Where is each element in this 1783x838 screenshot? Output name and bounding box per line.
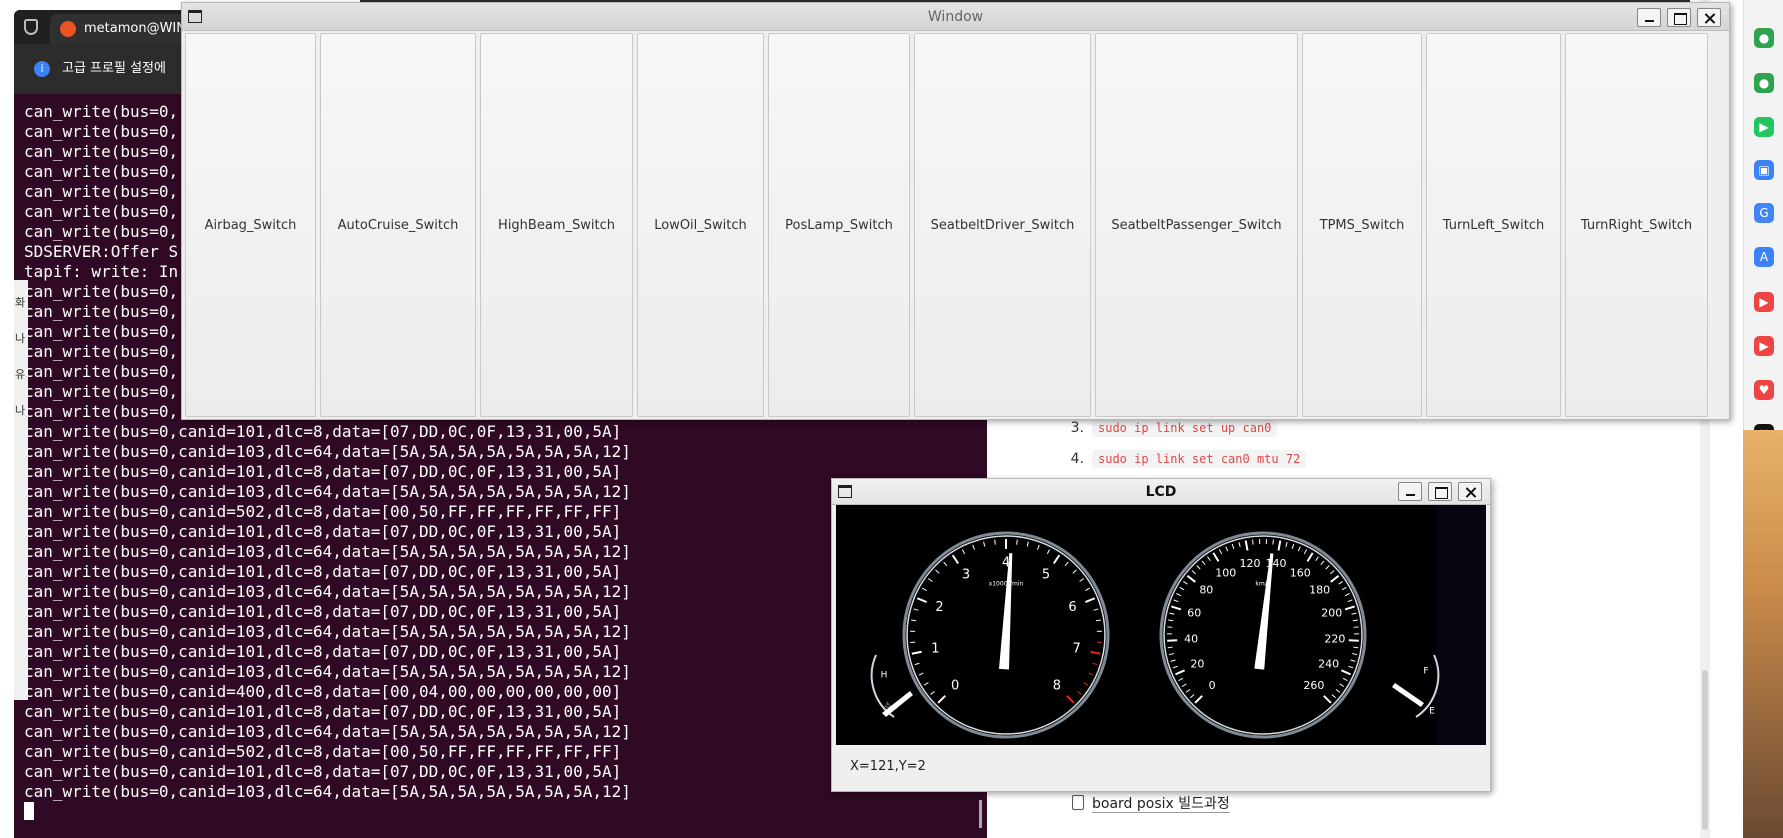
speedometer-tick-label: 100	[1215, 566, 1236, 579]
close-button[interactable]	[1458, 482, 1482, 501]
tpms-switch-button[interactable]: TPMS_Switch	[1302, 33, 1422, 417]
minimize-button[interactable]	[1398, 482, 1422, 501]
wallpaper-strip	[1743, 430, 1783, 838]
lcd-titlebar[interactable]: LCD	[832, 479, 1490, 505]
green-app-icon[interactable]: ●	[1754, 73, 1774, 93]
shield-icon	[24, 19, 38, 35]
terminal-line: can_write(bus=0,canid=101,dlc=8,data=[07…	[24, 422, 622, 441]
turnright-switch-button[interactable]: TurnRight_Switch	[1565, 33, 1708, 417]
speedometer-tick	[1272, 539, 1274, 545]
maximize-button[interactable]	[1667, 8, 1691, 27]
tachometer-tick-label: 1	[931, 642, 939, 657]
speedometer-tick-label: 60	[1187, 607, 1201, 620]
speedometer-tick-label: 20	[1190, 658, 1204, 671]
speedometer-tick-label: 120	[1240, 557, 1261, 570]
speedometer-tick	[1348, 639, 1359, 642]
poslamp-switch-button[interactable]: PosLamp_Switch	[768, 33, 910, 417]
fuel-full-label: F	[1423, 667, 1428, 677]
tachometer-tick-label: 5	[1042, 568, 1050, 583]
ubuntu-icon	[60, 21, 76, 37]
terminal-scrollbar[interactable]	[979, 800, 982, 828]
highbeam-switch-button[interactable]: HighBeam_Switch	[480, 33, 633, 417]
minimize-button[interactable]	[1637, 8, 1661, 27]
translate-icon[interactable]: G	[1754, 203, 1774, 223]
scrollbar-thumb[interactable]	[1702, 670, 1708, 830]
pocket-icon[interactable]: ♥	[1754, 380, 1774, 400]
speedometer-tick	[1167, 639, 1178, 642]
code-snippet: sudo ip link set up can0	[1092, 419, 1278, 437]
temperature-high-label: H	[881, 671, 888, 681]
tachometer-tick-label: 3	[962, 568, 970, 583]
airbag-switch-button[interactable]: Airbag_Switch	[185, 33, 316, 417]
cursor-position-status: X=121,Y=2	[850, 759, 926, 774]
switch-button-row: Airbag_Switch AutoCruise_Switch HighBeam…	[185, 33, 1726, 417]
terminal-cursor	[24, 802, 34, 820]
window-titlebar[interactable]: Window	[182, 3, 1729, 31]
speedometer-tick-label: 40	[1184, 632, 1198, 645]
tachometer-tick	[994, 539, 996, 545]
speedometer-tick-label: 240	[1318, 658, 1339, 671]
autocruise-switch-button[interactable]: AutoCruise_Switch	[320, 33, 476, 417]
speedometer-tick-label: 200	[1321, 607, 1342, 620]
youtube-icon[interactable]: ▶	[1754, 292, 1774, 312]
tachometer-tick	[1016, 539, 1018, 545]
tachometer-unit-label: x1000r/min	[989, 581, 1024, 588]
speedometer-tick-label: 80	[1199, 584, 1213, 597]
notification-icon[interactable]: ●	[1754, 28, 1774, 48]
close-button[interactable]	[1697, 8, 1721, 27]
doc-list-item-3: 3. sudo ip link set up can0	[1060, 419, 1278, 437]
lcd-window-title: LCD	[1145, 484, 1177, 500]
switch-window[interactable]: Window Airbag_Switch AutoCruise_Switch H…	[181, 2, 1730, 420]
page-icon	[1072, 795, 1084, 810]
speedometer-tick	[1353, 646, 1359, 649]
youtube-icon-2[interactable]: ▶	[1754, 336, 1774, 356]
tachometer-tick-label: 7	[1072, 642, 1080, 657]
doc-list-item-4: 4. sudo ip link set can0 mtu 72	[1060, 450, 1307, 468]
speedometer-tick	[1252, 539, 1254, 545]
speedometer-tick-label: 260	[1303, 679, 1324, 692]
speedometer-tick-label: 0	[1209, 679, 1216, 692]
maximize-button[interactable]	[1428, 482, 1452, 501]
speedometer-tick-label: 180	[1309, 584, 1330, 597]
speedometer-tick	[1167, 646, 1173, 649]
fuel-empty-label: E	[1429, 707, 1435, 717]
code-snippet: sudo ip link set can0 mtu 72	[1092, 450, 1307, 468]
tachometer-tick-label: 8	[1053, 678, 1061, 693]
cluster-edge	[1436, 505, 1486, 745]
seatbeltdriver-switch-button[interactable]: SeatbeltDriver_Switch	[914, 33, 1091, 417]
info-icon: i	[34, 61, 50, 77]
board-posix-page-link[interactable]: board posix 빌드과정	[1072, 793, 1230, 813]
instrument-cluster: 012345678x1000r/min020406080100120 140160…	[836, 505, 1486, 745]
lowoil-switch-button[interactable]: LowOil_Switch	[637, 33, 764, 417]
window-title: Window	[927, 9, 984, 25]
translate-ko-icon[interactable]: A	[1754, 247, 1774, 267]
lcd-window[interactable]: LCD 0 1 2 3 4 5 6 7 8 x1000r/min 0 20 40 60 80 100 120 14…	[831, 478, 1491, 792]
tachometer-tick-label: 2	[935, 600, 943, 615]
temperature-icon: ♨	[884, 701, 892, 711]
speedometer-tick-label: 160	[1290, 566, 1311, 579]
terminal-line: can_write(bus=0,canid=103,dlc=64,data=[5…	[24, 442, 631, 461]
tachometer-tick-label: 0	[951, 678, 959, 693]
briefcase-icon[interactable]: ▣	[1754, 160, 1774, 180]
terminal-prompt-line	[24, 802, 984, 822]
instrument-cluster-display[interactable]: 0 1 2 3 4 5 6 7 8 x1000r/min 0 20 40 60 80 100 120 140 160…	[836, 505, 1486, 745]
seatbeltpassenger-switch-button[interactable]: SeatbeltPassenger_Switch	[1095, 33, 1298, 417]
speedometer-tick-label: 220	[1324, 632, 1345, 645]
tachometer-tick-label: 6	[1068, 600, 1076, 615]
play-app-icon[interactable]: ▶	[1754, 117, 1774, 137]
turnleft-switch-button[interactable]: TurnLeft_Switch	[1426, 33, 1561, 417]
